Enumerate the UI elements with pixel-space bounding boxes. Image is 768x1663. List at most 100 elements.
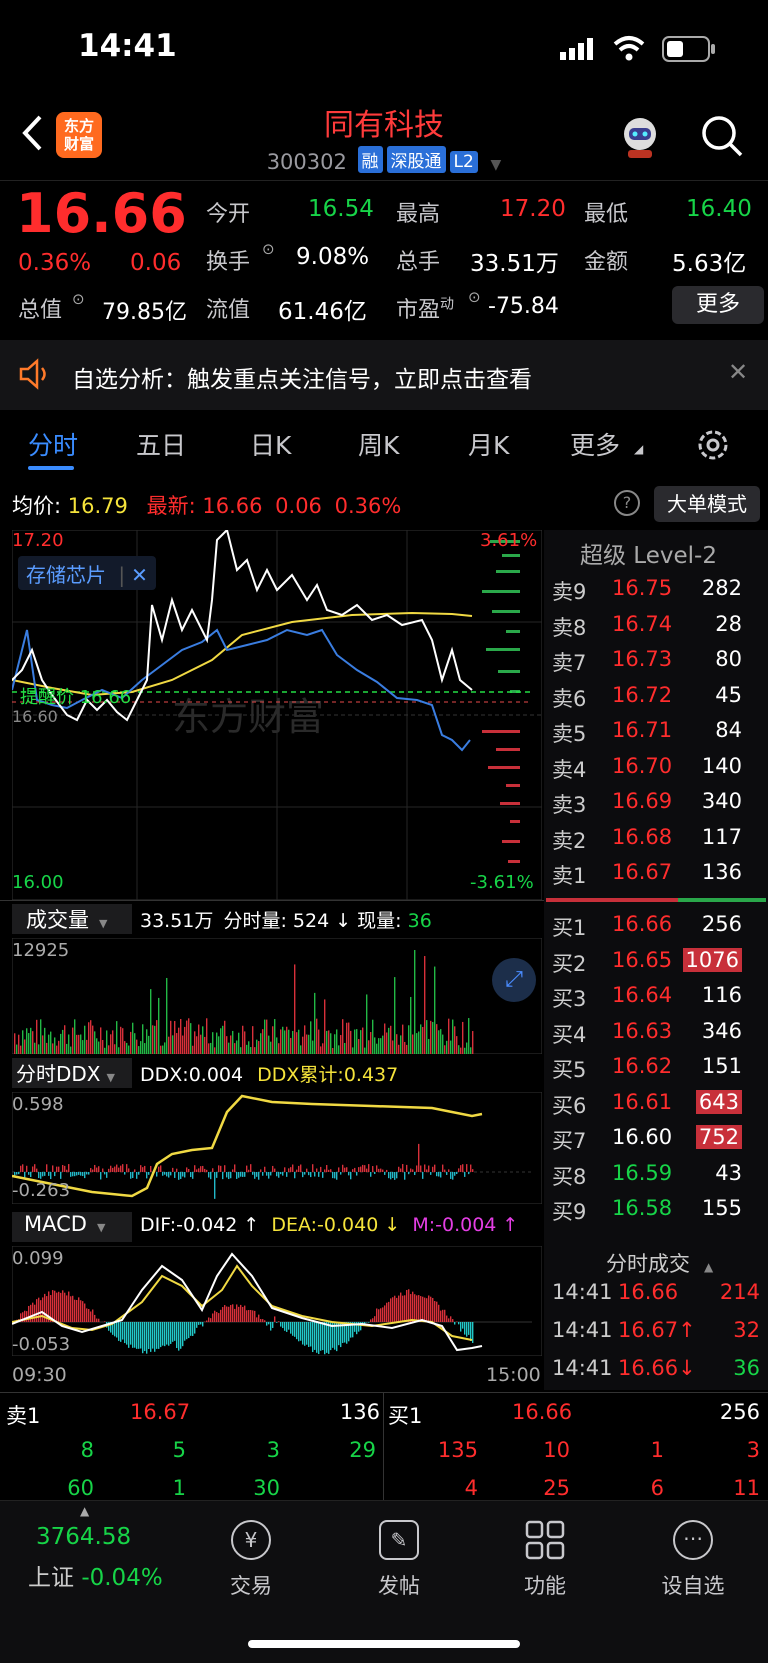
bid-row[interactable]: 买2 16.65 1076 — [552, 947, 768, 983]
ddx-bar — [134, 1169, 136, 1172]
ddx-bar — [440, 1172, 442, 1178]
search-icon[interactable] — [700, 114, 744, 162]
ddx-bar — [304, 1172, 306, 1175]
bid-row[interactable]: 买8 16.59 43 — [552, 1161, 768, 1196]
ask-row[interactable]: 卖6 16.72 45 — [552, 683, 768, 718]
ddx-bar — [418, 1143, 420, 1172]
macd-chart[interactable] — [12, 1246, 542, 1356]
ddx-bar — [308, 1172, 310, 1176]
ask-volume: 28 — [715, 611, 742, 636]
ddx-bar — [138, 1172, 140, 1175]
volume-panel-selector[interactable]: 成交量 ▼ — [12, 904, 132, 934]
index-row[interactable]: 上证 -0.04% — [28, 1558, 163, 1592]
trade-row: 14:41 16.66 214 — [552, 1280, 768, 1315]
ask-row[interactable]: 卖2 16.68 117 — [552, 825, 768, 860]
nav-trade[interactable]: ¥ 交易 — [196, 1520, 306, 1600]
bid-row[interactable]: 买4 16.63 346 — [552, 1019, 768, 1054]
bid-price: 16.63 — [612, 1018, 673, 1043]
volume-chart[interactable] — [12, 938, 542, 1054]
tab-daily-k[interactable]: 日K — [250, 426, 291, 462]
robot-avatar-icon[interactable] — [616, 112, 664, 164]
dropdown-icon[interactable]: ▼ — [491, 157, 502, 173]
volume-bar — [16, 1044, 18, 1054]
expand-icon[interactable]: ⤢ — [492, 958, 536, 1002]
volume-bar — [114, 1044, 116, 1054]
volume-bar — [230, 1035, 232, 1054]
macd-bar — [192, 1322, 194, 1336]
macd-bar — [88, 1309, 90, 1322]
tab-more[interactable]: 更多 — [570, 426, 620, 462]
ddx-chart[interactable] — [12, 1092, 542, 1204]
bid-row[interactable]: 买3 16.64 116 — [552, 983, 768, 1018]
macd-bar — [218, 1313, 220, 1322]
home-indicator[interactable] — [248, 1640, 520, 1648]
ddx-ytop: 0.598 — [12, 1094, 64, 1115]
macd-bar — [432, 1297, 434, 1322]
ddx-bar — [182, 1172, 184, 1177]
level2-title[interactable]: 超级 Level-2 — [580, 536, 717, 570]
pe-info-icon[interactable]: ⊙ — [468, 288, 481, 306]
ask-row[interactable]: 卖4 16.70 140 — [552, 754, 768, 789]
tab-five-day[interactable]: 五日 — [136, 426, 186, 462]
settings-icon[interactable] — [696, 428, 730, 466]
macd-bar — [462, 1322, 464, 1329]
macd-bar — [372, 1318, 374, 1322]
volume-bar — [284, 1030, 286, 1054]
ddx-bar — [334, 1172, 336, 1179]
volume-bar — [472, 1031, 474, 1054]
ddx-bar — [228, 1172, 230, 1180]
macd-bar — [196, 1322, 198, 1328]
mktcap-info-icon[interactable]: ⊙ — [72, 290, 85, 308]
high-label: 最高 — [396, 202, 441, 227]
ask-row[interactable]: 卖5 16.71 84 — [552, 718, 768, 753]
volume-bar — [24, 1039, 26, 1054]
macd-bar — [232, 1304, 234, 1322]
index-value[interactable]: 3764.58 — [36, 1524, 131, 1550]
nav-post[interactable]: ✎ 发帖 — [344, 1520, 454, 1600]
bid-row[interactable]: 买9 16.58 155 — [552, 1196, 768, 1231]
sector-tag-close-icon[interactable]: ✕ — [131, 563, 148, 587]
ddx-bar — [424, 1164, 426, 1172]
bid-row[interactable]: 买1 16.66 256 — [552, 912, 768, 947]
banner-text[interactable]: 自选分析：触发重点关注信号，立即点击查看 — [72, 360, 532, 394]
ask-row[interactable]: 卖8 16.74 28 — [552, 612, 768, 647]
ddx-bar — [360, 1166, 362, 1172]
ask-volume: 140 — [701, 753, 742, 778]
ask-row[interactable]: 卖7 16.73 80 — [552, 647, 768, 682]
sector-tag[interactable]: 存储芯片 | ✕ — [18, 556, 156, 590]
ddx-panel-label: 分时DDX — [16, 1062, 101, 1086]
big-order-mode-button[interactable]: 大单模式 — [654, 486, 760, 522]
nav-functions[interactable]: 功能 — [490, 1520, 600, 1600]
bid-row[interactable]: 买6 16.61 643 — [552, 1089, 768, 1125]
bid-row[interactable]: 买7 16.60 752 — [552, 1125, 768, 1160]
tab-monthly-k[interactable]: 月K — [468, 426, 509, 462]
edit-icon: ✎ — [379, 1520, 419, 1560]
tab-intraday[interactable]: 分时 — [28, 426, 78, 462]
bid-price: 16.61 — [612, 1089, 673, 1114]
ask-row[interactable]: 卖9 16.75 282 — [552, 576, 768, 611]
macd-bar — [82, 1301, 84, 1322]
help-icon[interactable]: ? — [614, 490, 640, 516]
ddx-bar — [112, 1167, 114, 1172]
ddx-bar — [394, 1172, 396, 1180]
close-icon[interactable]: ✕ — [728, 358, 748, 386]
ask-row[interactable]: 卖3 16.69 340 — [552, 789, 768, 824]
macd-summary: DIF:-0.042 ↑ DEA:-0.040 ↓ M:-0.004 ↑ — [140, 1214, 519, 1236]
nav-add-watchlist[interactable]: ⋯ 设自选 — [638, 1520, 748, 1600]
ddx-bar — [218, 1165, 220, 1172]
volume-bar — [176, 1033, 178, 1054]
bid-volume: 752 — [695, 1125, 742, 1149]
volume-bar — [130, 1031, 132, 1054]
trades-title[interactable]: 分时成交 ▲ — [606, 1248, 713, 1278]
volume-bar — [312, 1040, 314, 1054]
volume-bar — [174, 1021, 176, 1054]
tab-weekly-k[interactable]: 周K — [358, 426, 399, 462]
alert-price-label[interactable]: 提醒价 16.66 — [20, 683, 131, 709]
ddx-panel-selector[interactable]: 分时DDX ▼ — [12, 1058, 132, 1088]
bid-row[interactable]: 买5 16.62 151 — [552, 1054, 768, 1089]
ddx-bar — [34, 1164, 36, 1172]
more-button[interactable]: 更多 — [672, 286, 764, 324]
macd-panel-selector[interactable]: MACD ▼ — [12, 1212, 132, 1242]
ask-row[interactable]: 卖1 16.67 136 — [552, 860, 768, 895]
turnover-info-icon[interactable]: ⊙ — [262, 240, 275, 258]
